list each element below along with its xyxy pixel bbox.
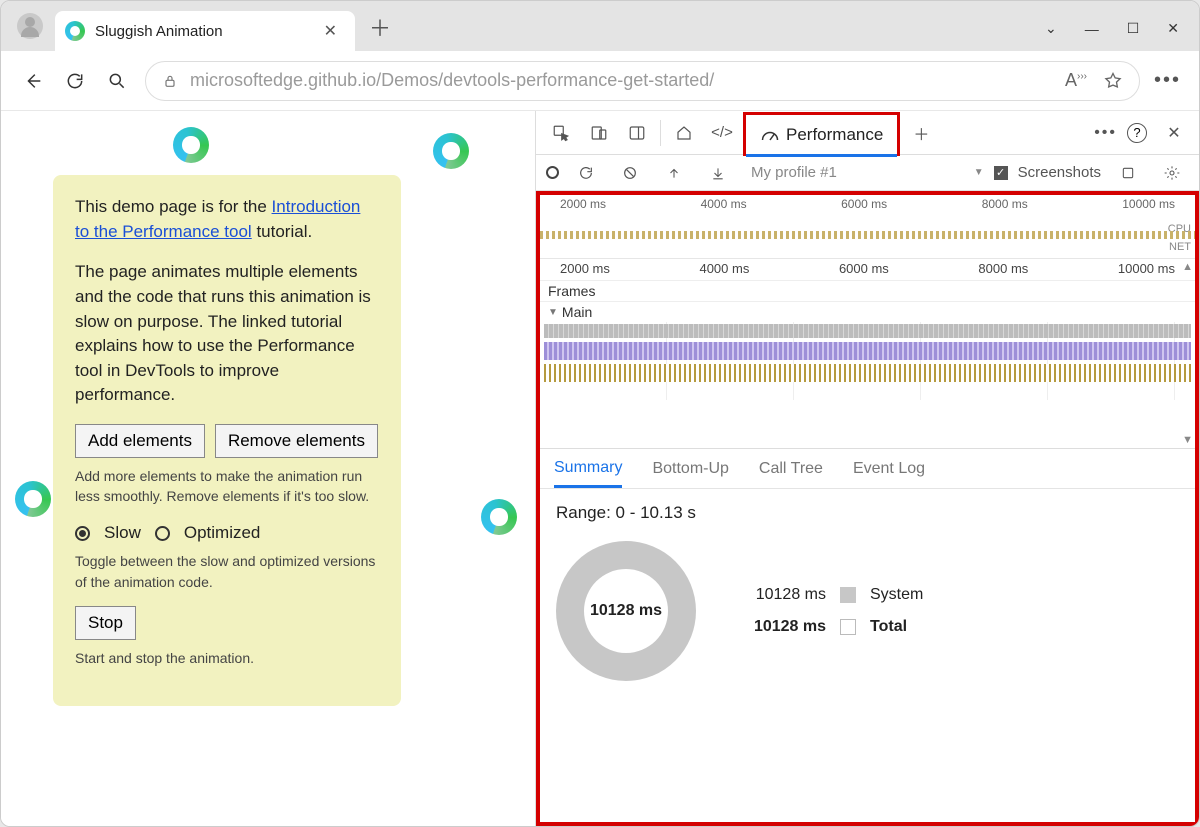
tab-call-tree[interactable]: Call Tree bbox=[759, 460, 823, 478]
mode-radios: Slow Optimized bbox=[75, 521, 379, 546]
edge-logo-icon bbox=[65, 21, 85, 41]
reload-record-button[interactable] bbox=[569, 156, 603, 190]
help-icon[interactable]: ? bbox=[1127, 123, 1147, 143]
search-icon[interactable] bbox=[103, 67, 131, 95]
radio-hint-text: Toggle between the slow and optimized ve… bbox=[75, 551, 379, 592]
radio-optimized-label: Optimized bbox=[184, 521, 261, 546]
page-viewport: This demo page is for the Introduction t… bbox=[1, 111, 535, 826]
content-split: This demo page is for the Introduction t… bbox=[1, 111, 1199, 826]
tab-summary[interactable]: Summary bbox=[554, 459, 622, 488]
read-aloud-icon[interactable]: A››› bbox=[1065, 70, 1087, 91]
new-tab-button[interactable]: ＋ bbox=[355, 3, 405, 51]
welcome-tab-icon[interactable] bbox=[667, 116, 701, 150]
performance-tab[interactable]: Performance bbox=[743, 112, 900, 156]
legend-row-total: 10128 ms Total bbox=[736, 618, 923, 636]
profile-name[interactable]: My profile #1 bbox=[751, 164, 837, 181]
devtools-close-button[interactable]: ✕ bbox=[1157, 116, 1191, 150]
add-elements-button[interactable]: Add elements bbox=[75, 424, 205, 458]
summary-body: Range: 0 - 10.13 s 10128 ms 10128 ms Sys… bbox=[540, 489, 1195, 822]
description-text: The page animates multiple elements and … bbox=[75, 260, 379, 408]
clear-button[interactable] bbox=[613, 156, 647, 190]
browser-window: Sluggish Animation ✕ ＋ ⌄ — ☐ ✕ microsoft… bbox=[0, 0, 1200, 827]
toolbar: microsoftedge.github.io/Demos/devtools-p… bbox=[1, 51, 1199, 111]
devtools-panel: </> Performance ＋ ••• ? ✕ My profile bbox=[535, 111, 1199, 826]
inspect-element-icon[interactable] bbox=[544, 116, 578, 150]
radio-slow[interactable] bbox=[75, 526, 90, 541]
donut-center-label: 10128 ms bbox=[590, 602, 662, 620]
browser-tab[interactable]: Sluggish Animation ✕ bbox=[55, 11, 355, 51]
radio-slow-label: Slow bbox=[104, 521, 141, 546]
gauge-icon bbox=[760, 127, 780, 143]
window-controls: ⌄ — ☐ ✕ bbox=[1045, 20, 1189, 51]
dock-side-icon[interactable] bbox=[620, 116, 654, 150]
demo-panel: This demo page is for the Introduction t… bbox=[53, 175, 401, 706]
record-button[interactable] bbox=[546, 166, 559, 179]
screenshots-checkbox[interactable]: ✓ bbox=[994, 166, 1008, 180]
refresh-button[interactable] bbox=[61, 67, 89, 95]
add-hint-text: Add more elements to make the animation … bbox=[75, 466, 379, 507]
time-donut-chart: 10128 ms bbox=[556, 541, 696, 681]
timeline-overview[interactable]: 2000 ms 4000 ms 6000 ms 8000 ms 10000 ms… bbox=[540, 195, 1195, 259]
tab-event-log[interactable]: Event Log bbox=[853, 460, 925, 478]
swatch-total bbox=[840, 619, 856, 635]
scroll-down-icon[interactable]: ▼ bbox=[1182, 434, 1193, 446]
tab-bottom-up[interactable]: Bottom-Up bbox=[652, 460, 728, 478]
time-legend: 10128 ms System 10128 ms Total bbox=[736, 586, 923, 636]
net-label: NET bbox=[1169, 241, 1191, 253]
elements-tab-icon[interactable]: </> bbox=[705, 116, 739, 150]
remove-elements-button[interactable]: Remove elements bbox=[215, 424, 378, 458]
screenshots-label: Screenshots bbox=[1018, 164, 1101, 181]
tab-close-icon[interactable]: ✕ bbox=[320, 17, 341, 45]
performance-tab-label: Performance bbox=[786, 125, 883, 145]
cpu-activity-strip bbox=[540, 231, 1195, 239]
devtools-menu-button[interactable]: ••• bbox=[1094, 124, 1117, 142]
browser-menu-button[interactable]: ••• bbox=[1154, 69, 1181, 92]
save-profile-button[interactable] bbox=[701, 156, 735, 190]
chevron-down-icon[interactable]: ⌄ bbox=[1045, 20, 1057, 37]
load-profile-button[interactable] bbox=[657, 156, 691, 190]
detail-ticks: 2000 ms 4000 ms 6000 ms 8000 ms 10000 ms bbox=[540, 259, 1195, 281]
tab-title: Sluggish Animation bbox=[95, 23, 310, 40]
performance-toolbar: My profile #1 ▼ ✓ Screenshots bbox=[536, 155, 1199, 191]
stop-hint-text: Start and stop the animation. bbox=[75, 648, 379, 668]
overview-ticks: 2000 ms 4000 ms 6000 ms 8000 ms 10000 ms bbox=[540, 197, 1195, 211]
add-tab-button[interactable]: ＋ bbox=[904, 116, 938, 150]
edge-logo-icon bbox=[173, 127, 209, 163]
back-button[interactable] bbox=[19, 67, 47, 95]
legend-row-system: 10128 ms System bbox=[736, 586, 923, 604]
main-flame-chart[interactable] bbox=[540, 322, 1195, 400]
radio-optimized[interactable] bbox=[155, 526, 170, 541]
intro-text: This demo page is for the Introduction t… bbox=[75, 195, 379, 244]
profile-dropdown-icon[interactable]: ▼ bbox=[974, 167, 984, 178]
swatch-system bbox=[840, 587, 856, 603]
edge-logo-icon bbox=[433, 133, 469, 169]
profile-avatar-icon[interactable] bbox=[17, 13, 43, 39]
range-text: Range: 0 - 10.13 s bbox=[556, 503, 1179, 523]
edge-logo-icon bbox=[15, 481, 51, 517]
edge-logo-icon bbox=[481, 499, 517, 535]
stop-button[interactable]: Stop bbox=[75, 606, 136, 640]
memory-icon[interactable] bbox=[1111, 156, 1145, 190]
main-track-label[interactable]: ▼Main bbox=[540, 302, 1195, 322]
minimize-button[interactable]: — bbox=[1085, 21, 1099, 37]
devtools-tabbar: </> Performance ＋ ••• ? ✕ bbox=[536, 111, 1199, 155]
frames-track-label[interactable]: Frames bbox=[540, 281, 1195, 302]
device-toolbar-icon[interactable] bbox=[582, 116, 616, 150]
url-text: microsoftedge.github.io/Demos/devtools-p… bbox=[190, 70, 714, 91]
settings-gear-icon[interactable] bbox=[1155, 156, 1189, 190]
recording-area: 2000 ms 4000 ms 6000 ms 8000 ms 10000 ms… bbox=[536, 191, 1199, 826]
site-security-icon[interactable] bbox=[162, 73, 178, 89]
scroll-up-icon[interactable]: ▲ bbox=[1182, 261, 1193, 273]
address-bar[interactable]: microsoftedge.github.io/Demos/devtools-p… bbox=[145, 61, 1140, 101]
close-window-button[interactable]: ✕ bbox=[1167, 20, 1179, 37]
favorite-icon[interactable] bbox=[1103, 71, 1123, 91]
titlebar: Sluggish Animation ✕ ＋ ⌄ — ☐ ✕ bbox=[1, 1, 1199, 51]
flame-chart-area[interactable]: 2000 ms 4000 ms 6000 ms 8000 ms 10000 ms… bbox=[540, 259, 1195, 449]
maximize-button[interactable]: ☐ bbox=[1127, 20, 1140, 37]
summary-tabbar: Summary Bottom-Up Call Tree Event Log bbox=[540, 449, 1195, 489]
